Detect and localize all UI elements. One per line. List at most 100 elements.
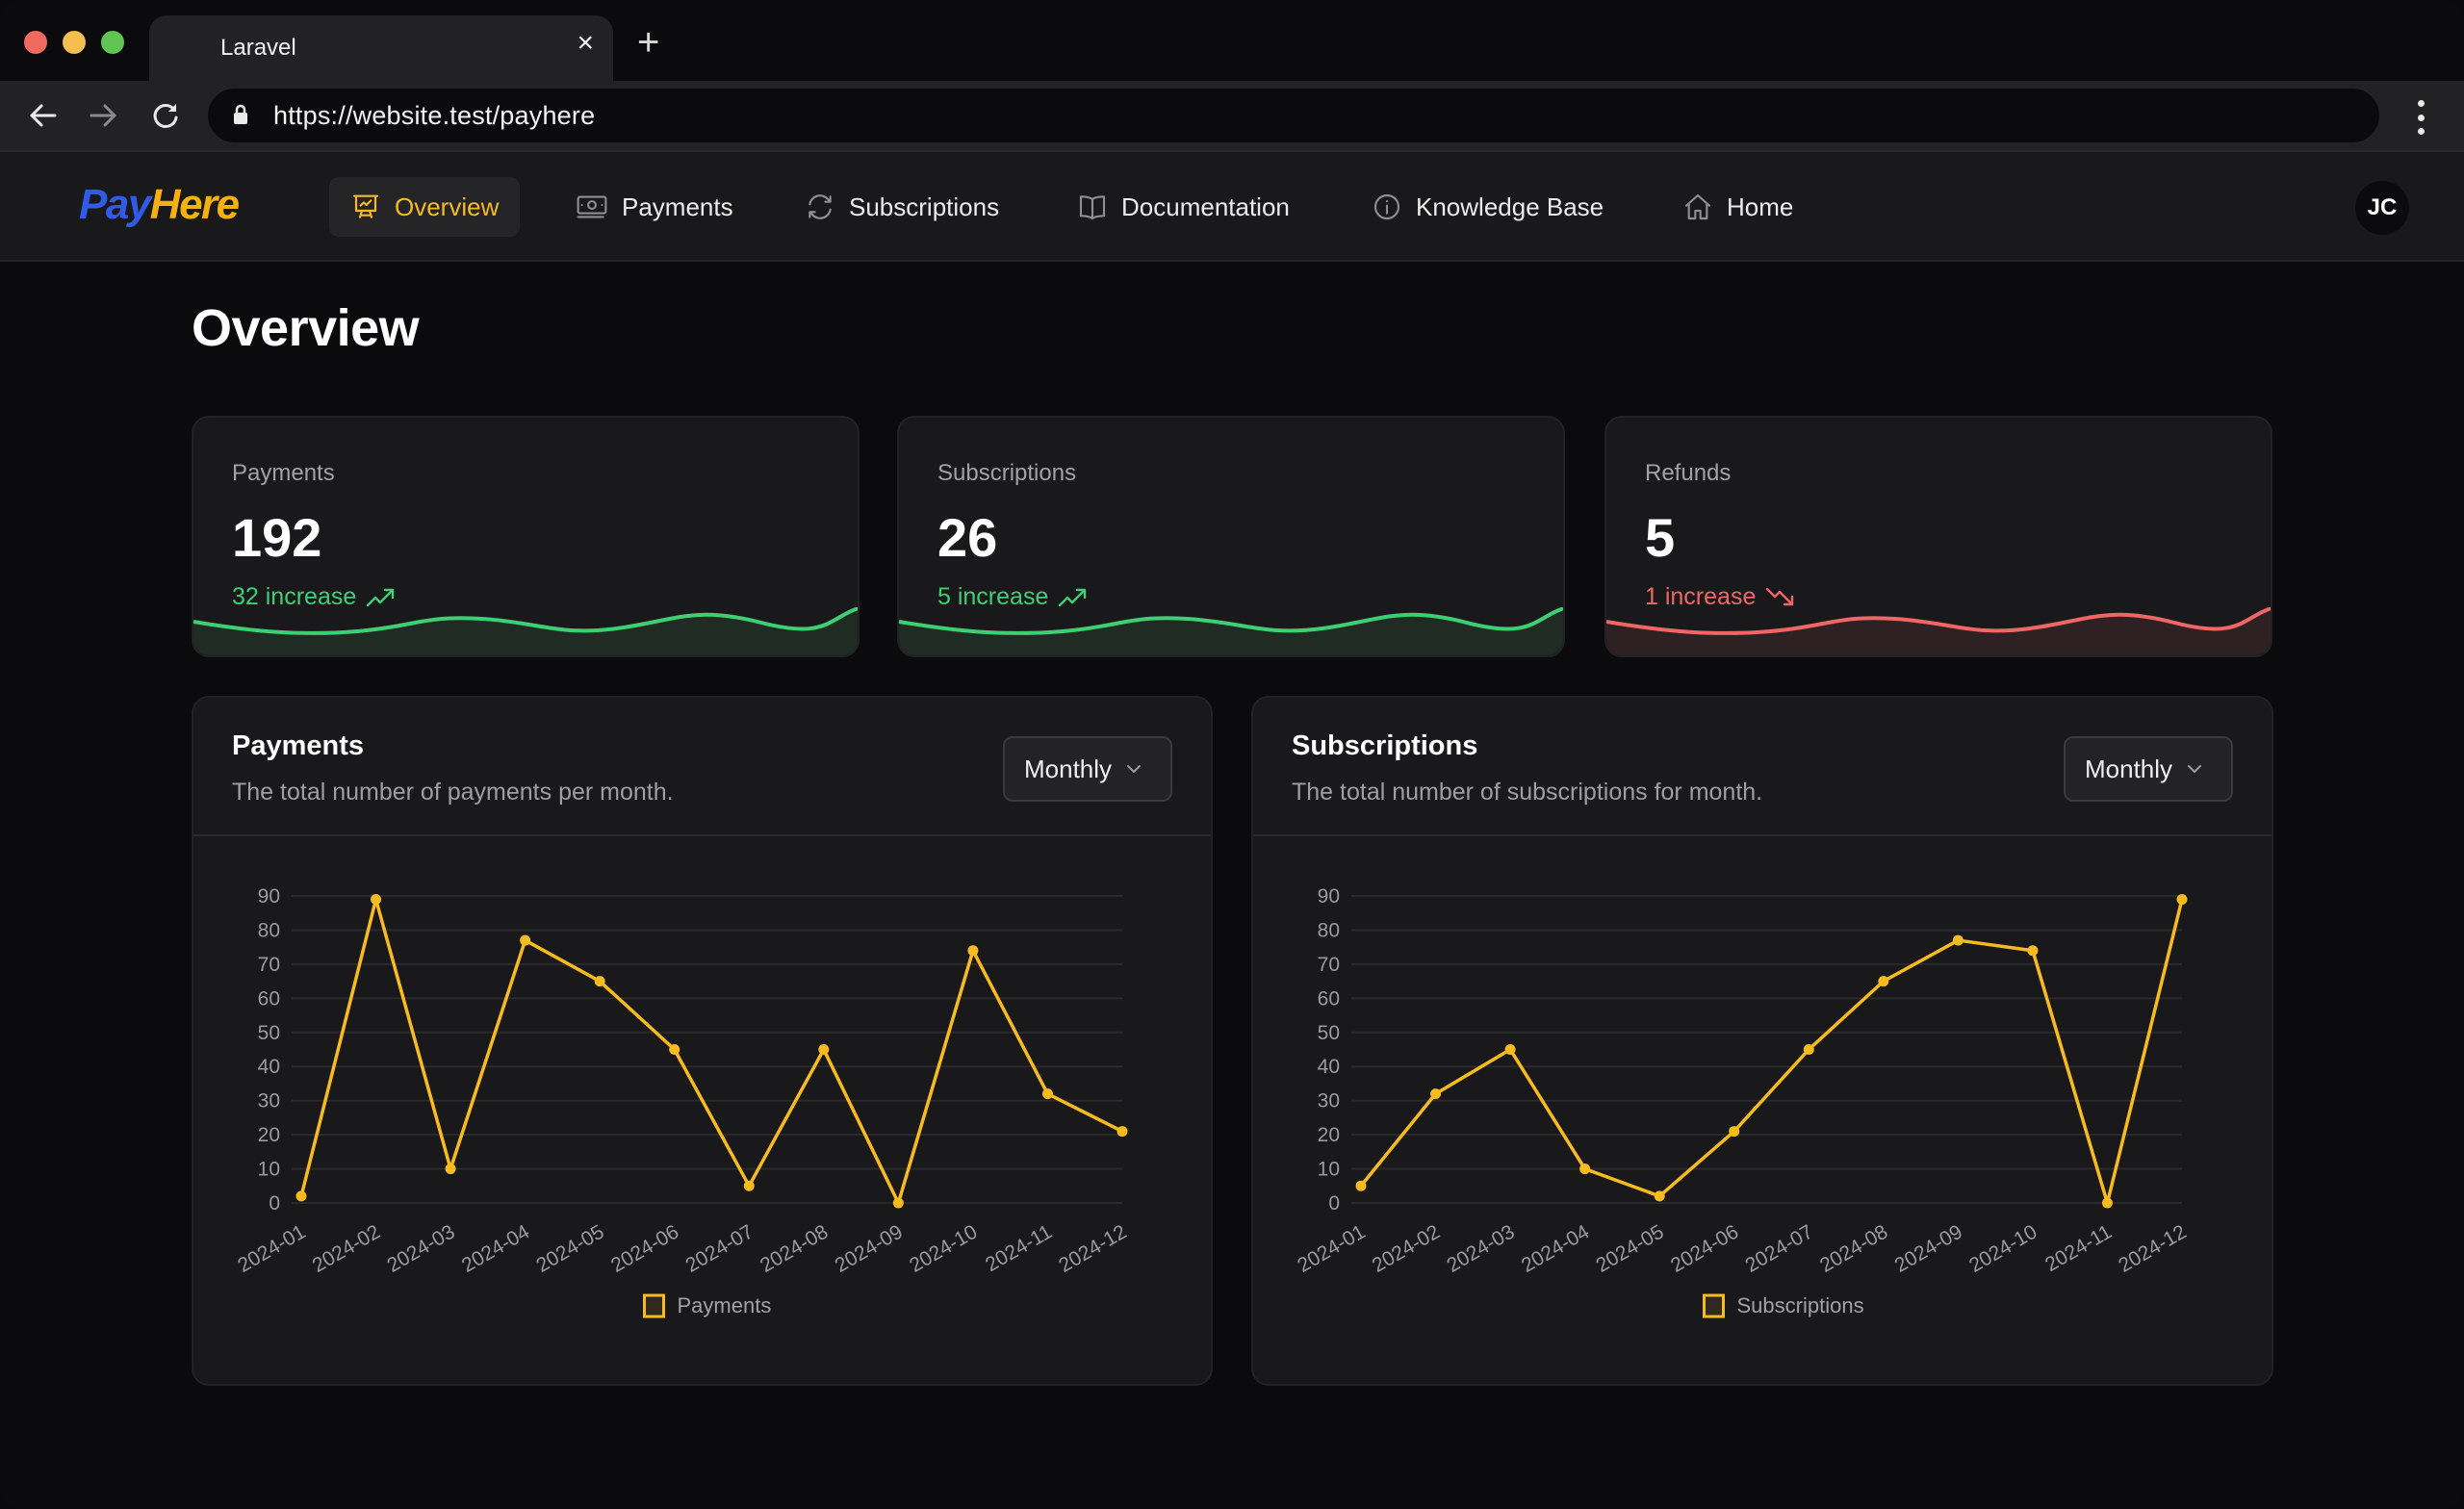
data-point[interactable]	[2027, 945, 2039, 957]
data-point[interactable]	[1579, 1164, 1591, 1175]
x-tick-label: 2024-06	[607, 1220, 682, 1276]
y-tick-label: 60	[258, 987, 280, 1010]
data-point[interactable]	[1504, 1044, 1516, 1055]
x-tick-label: 2024-05	[1592, 1220, 1667, 1276]
stat-label: Payments	[232, 460, 335, 486]
data-point[interactable]	[1041, 1088, 1053, 1100]
data-point[interactable]	[1116, 1126, 1128, 1138]
data-point[interactable]	[1355, 1180, 1367, 1191]
close-tab-icon[interactable]: ×	[577, 29, 594, 58]
data-point[interactable]	[1878, 976, 1889, 987]
data-point[interactable]	[1654, 1190, 1665, 1202]
data-point[interactable]	[295, 1190, 307, 1202]
y-tick-label: 30	[258, 1090, 280, 1113]
period-select[interactable]: Monthly	[1003, 736, 1172, 802]
y-tick-label: 10	[258, 1159, 280, 1181]
address-bar[interactable]: https://website.test/payhere	[208, 89, 2379, 142]
data-point[interactable]	[967, 945, 979, 957]
nav-item-label: Home	[1727, 192, 1794, 221]
stat-label: Subscriptions	[937, 460, 1077, 486]
logo-pay: Pay	[79, 181, 151, 228]
stat-card-refunds: Refunds 5 1 increase	[1604, 416, 2272, 657]
period-select-value: Monthly	[2085, 754, 2173, 783]
x-tick-label: 2024-07	[682, 1220, 757, 1276]
data-point[interactable]	[743, 1180, 755, 1191]
chart-title: Subscriptions	[1292, 730, 1478, 761]
x-tick-label: 2024-03	[1443, 1220, 1518, 1276]
user-avatar[interactable]: JC	[2355, 181, 2409, 235]
legend-label[interactable]: Subscriptions	[1737, 1293, 1864, 1317]
nav-item-documentation[interactable]: Documentation	[1056, 177, 1311, 237]
payhere-logo[interactable]: PayHere	[79, 181, 240, 229]
reload-button[interactable]	[144, 94, 187, 137]
nav-item-knowledge-base[interactable]: Knowledge Base	[1350, 177, 1625, 237]
y-tick-label: 60	[1318, 987, 1340, 1010]
x-tick-label: 2024-08	[757, 1220, 832, 1276]
minimize-window-button[interactable]	[63, 31, 86, 54]
chart-description: The total number of subscriptions for mo…	[1292, 779, 1763, 806]
chart-title: Payments	[232, 730, 365, 761]
y-tick-label: 20	[1318, 1124, 1340, 1146]
legend-swatch[interactable]	[643, 1293, 665, 1318]
url-text: https://website.test/payhere	[273, 101, 596, 130]
trending-up-icon	[1059, 588, 1087, 606]
data-point[interactable]	[1952, 934, 1964, 946]
data-point[interactable]	[669, 1044, 680, 1055]
y-tick-label: 30	[1318, 1090, 1340, 1113]
nav-item-label: Payments	[622, 192, 733, 221]
browser-tab[interactable]: Laravel ×	[149, 15, 613, 81]
browser-menu-icon[interactable]	[2406, 98, 2435, 137]
data-point[interactable]	[2176, 894, 2188, 906]
stat-label: Refunds	[1645, 460, 1732, 486]
x-tick-label: 2024-11	[2041, 1220, 2116, 1276]
period-select[interactable]: Monthly	[2064, 736, 2233, 802]
data-point[interactable]	[2101, 1197, 2113, 1209]
nav-item-home[interactable]: Home	[1661, 177, 1814, 237]
tab-title: Laravel	[220, 35, 296, 61]
x-tick-label: 2024-09	[1891, 1220, 1966, 1276]
nav-item-label: Subscriptions	[849, 192, 1000, 221]
nav-item-label: Knowledge Base	[1416, 192, 1604, 221]
nav-item-payments[interactable]: Payments	[554, 177, 755, 237]
data-point[interactable]	[371, 894, 382, 906]
legend-label[interactable]: Payments	[678, 1293, 772, 1317]
data-point[interactable]	[892, 1197, 904, 1209]
logo-here: Here	[149, 181, 240, 228]
period-select-value: Monthly	[1024, 754, 1113, 783]
information-circle-icon	[1373, 193, 1400, 220]
x-tick-label: 2024-12	[1055, 1220, 1130, 1276]
banknotes-icon	[577, 195, 607, 218]
y-tick-label: 50	[258, 1022, 280, 1044]
legend-swatch[interactable]	[1703, 1293, 1725, 1318]
back-button[interactable]	[21, 94, 64, 137]
stat-value: 5	[1645, 507, 1676, 568]
nav-item-overview[interactable]: Overview	[329, 177, 521, 237]
x-tick-label: 2024-01	[1294, 1220, 1369, 1276]
data-point[interactable]	[1803, 1044, 1814, 1055]
chevron-down-icon	[1127, 765, 1142, 773]
data-point[interactable]	[1430, 1088, 1442, 1100]
sparkline-refunds	[1606, 607, 2271, 655]
forward-button[interactable]	[83, 94, 125, 137]
data-point[interactable]	[1729, 1126, 1740, 1138]
x-tick-label: 2024-08	[1816, 1220, 1891, 1276]
stat-card-payments: Payments 192 32 increase	[192, 416, 860, 657]
stat-card-subscriptions: Subscriptions 26 5 increase	[897, 416, 1565, 657]
x-tick-label: 2024-12	[2115, 1220, 2190, 1276]
nav-item-subscriptions[interactable]: Subscriptions	[783, 177, 1020, 237]
new-tab-button[interactable]: +	[637, 23, 659, 62]
maximize-window-button[interactable]	[101, 31, 124, 54]
data-point[interactable]	[594, 976, 605, 987]
chevron-down-icon	[2188, 765, 2202, 773]
x-tick-label: 2024-02	[309, 1220, 384, 1276]
y-tick-label: 70	[1318, 954, 1340, 976]
data-point[interactable]	[520, 934, 531, 946]
x-tick-label: 2024-02	[1369, 1220, 1444, 1276]
close-window-button[interactable]	[24, 31, 47, 54]
arrow-path-icon	[808, 194, 832, 219]
sparkline-subscriptions	[899, 607, 1563, 655]
data-point[interactable]	[818, 1044, 830, 1055]
data-point[interactable]	[445, 1164, 456, 1175]
chart-card-payments: Payments The total number of payments pe…	[192, 696, 1213, 1386]
x-tick-label: 2024-09	[832, 1220, 907, 1276]
